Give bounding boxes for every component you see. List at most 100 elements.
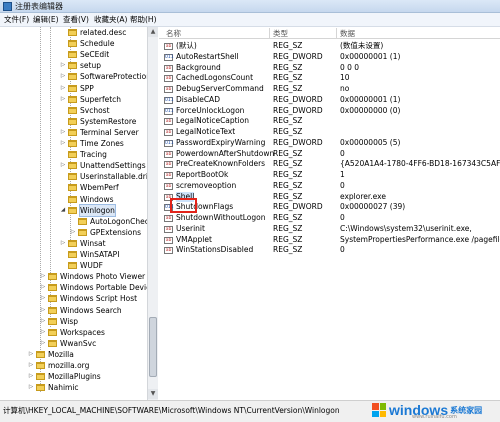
registry-value-row[interactable]: ab LegalNoticeText REG_SZ	[159, 127, 500, 138]
registry-value-row[interactable]: ab ReportBootOk REG_SZ 1	[159, 170, 500, 181]
tree-node[interactable]: ▷ MozillaPlugins	[28, 371, 101, 382]
expand-arrow-icon[interactable]: ▷	[60, 94, 66, 105]
string-value-icon: ab	[164, 43, 173, 50]
folder-icon	[48, 295, 57, 303]
registry-value-row[interactable]: ab PreCreateKnownFolders REG_SZ {A520A1A4-1…	[159, 159, 500, 170]
value-type: REG_SZ	[273, 245, 303, 255]
expand-arrow-icon[interactable]: ▷	[40, 293, 46, 304]
expand-arrow-icon[interactable]: ▷	[60, 138, 66, 149]
watermark-url: www.ruinaifu.com	[412, 414, 457, 420]
column-name-header[interactable]: 名称	[166, 28, 181, 39]
tree-node[interactable]: WinSATAPI	[60, 249, 119, 260]
tree-node[interactable]: ▷ setup	[60, 60, 101, 71]
registry-value-row[interactable]: ab DebugServerCommand REG_SZ no	[159, 84, 500, 95]
tree-node[interactable]: ▷ UnattendSettings	[60, 160, 146, 171]
status-path: 计算机\HKEY_LOCAL_MACHINE\SOFTWARE\Microsof…	[3, 406, 340, 415]
expand-arrow-icon[interactable]: ▷	[28, 349, 34, 360]
tree-node[interactable]: ◢ Winlogon	[60, 203, 116, 217]
tree-node[interactable]: ▷ Superfetch	[60, 94, 121, 105]
scroll-up-arrow-icon[interactable]: ▲	[148, 27, 158, 37]
registry-value-row[interactable]: ab WinStationsDisabled REG_SZ 0	[159, 245, 500, 256]
registry-value-row[interactable]: 011 ForceUnlockLogon REG_DWORD 0x00000000 (…	[159, 106, 500, 117]
registry-value-row[interactable]: 011 PasswordExpiryWarning REG_DWORD 0x00000…	[159, 138, 500, 149]
expand-arrow-icon[interactable]: ▷	[60, 71, 66, 82]
menu-view[interactable]: 查看(V)	[63, 14, 89, 25]
expand-arrow-icon[interactable]: ▷	[28, 360, 34, 371]
tree-node[interactable]: ▷ mozilla.org	[28, 360, 90, 371]
tree-node[interactable]: ▷ Windows Search	[40, 305, 122, 316]
expand-arrow-icon[interactable]: ▷	[70, 227, 76, 238]
tree-node[interactable]: SystemRestore	[60, 116, 136, 127]
folder-icon	[36, 362, 45, 369]
registry-value-row[interactable]: ab VMApplet REG_SZ SystemPropertiesPerforma…	[159, 235, 500, 246]
tree-node[interactable]: ▷ Winsat	[60, 238, 106, 249]
tree-node[interactable]: ▷ Workspaces	[40, 327, 105, 338]
scroll-down-arrow-icon[interactable]: ▼	[148, 389, 158, 399]
tree-scrollbar[interactable]: ▲ ▼	[147, 27, 158, 400]
tree-node[interactable]: ▷ Terminal Server	[60, 127, 139, 138]
column-type-header[interactable]: 类型	[273, 28, 288, 39]
expand-arrow-icon[interactable]: ▷	[40, 282, 46, 293]
tree-node[interactable]: Windows	[60, 194, 113, 205]
expand-arrow-icon[interactable]: ▷	[60, 83, 66, 94]
expand-arrow-icon[interactable]: ▷	[60, 60, 66, 71]
expand-arrow-icon[interactable]: ▷	[40, 327, 46, 338]
tree-node[interactable]: ▷ Windows Portable Devices	[40, 282, 157, 293]
registry-value-row[interactable]: ab PowerdownAfterShutdown REG_SZ 0	[159, 149, 500, 160]
tree-node[interactable]: ▷ Nahimic	[28, 382, 79, 393]
expand-arrow-icon[interactable]: ▷	[40, 338, 46, 349]
tree-node[interactable]: ▷ GPExtensions	[70, 227, 141, 238]
registry-value-row[interactable]: ab Shell REG_SZ explorer.exe	[159, 191, 500, 203]
expand-arrow-icon[interactable]: ▷	[40, 305, 46, 316]
tree-node[interactable]: ▷ Time Zones	[60, 138, 124, 149]
registry-value-row[interactable]: ab Background REG_SZ 0 0 0	[159, 63, 500, 74]
menu-edit[interactable]: 编辑(E)	[33, 14, 59, 25]
expand-arrow-icon[interactable]: ▷	[40, 271, 46, 282]
tree-node[interactable]: ▷SoftwareProtectionPlatform	[60, 71, 157, 82]
registry-value-row[interactable]: 011 AutoRestartShell REG_DWORD 0x00000001 (…	[159, 52, 500, 63]
folder-icon	[36, 350, 45, 358]
expand-arrow-icon[interactable]: ▷	[60, 160, 66, 171]
values-pane[interactable]: 名称 类型 数据 ab (默认) REG_SZ (数值未设置) 011 AutoResta…	[159, 27, 500, 400]
tree-node[interactable]: Userinstallable.drivers	[60, 171, 157, 182]
value-type: REG_DWORD	[273, 51, 323, 61]
tree-node[interactable]: ▷ Windows Photo Viewer	[40, 271, 145, 282]
registry-value-row[interactable]: ab (默认) REG_SZ (数值未设置)	[159, 41, 500, 52]
collapse-arrow-icon[interactable]: ◢	[60, 205, 66, 216]
expand-arrow-icon[interactable]: ▷	[28, 371, 34, 382]
tree-node[interactable]: Tracing	[60, 149, 107, 160]
tree-node[interactable]: ▷ WwanSvc	[40, 338, 96, 349]
scroll-thumb[interactable]	[149, 317, 157, 377]
tree-node[interactable]: WUDF	[60, 260, 103, 271]
tree-node[interactable]: ▷ Wisp	[40, 316, 78, 327]
tree-node[interactable]: ▷ SPP	[60, 83, 94, 94]
tree-node[interactable]: SeCEdit	[60, 49, 109, 60]
tree-node[interactable]: ▷ Mozilla	[28, 349, 74, 360]
registry-value-row[interactable]: ab CachedLogonsCount REG_SZ 10	[159, 73, 500, 84]
tree-node[interactable]: WbemPerf	[60, 182, 119, 193]
menu-help[interactable]: 帮助(H)	[130, 14, 157, 25]
value-type: REG_SZ	[273, 148, 303, 158]
menu-favorites[interactable]: 收藏夹(A)	[94, 14, 127, 25]
expand-arrow-icon[interactable]: ▷	[60, 127, 66, 138]
tree-node[interactable]: Schedule	[60, 38, 114, 49]
registry-value-row[interactable]: 011 ShutdownFlags REG_DWORD 0x00000027 (39)	[159, 202, 500, 213]
registry-value-row[interactable]: ab Userinit REG_SZ C:\Windows\system32\user…	[159, 224, 500, 235]
registry-value-row[interactable]: 011 DisableCAD REG_DWORD 0x00000001 (1)	[159, 95, 500, 106]
registry-value-row[interactable]: ab LegalNoticeCaption REG_SZ	[159, 116, 500, 127]
window-title: 注册表编辑器	[15, 2, 63, 11]
tree-node[interactable]: related.desc	[60, 27, 126, 38]
tree-node[interactable]: ▷ Windows Script Host	[40, 293, 137, 304]
registry-value-row[interactable]: ab ShutdownWithoutLogon REG_SZ 0	[159, 213, 500, 224]
tree-node[interactable]: Svchost	[60, 105, 110, 116]
expand-arrow-icon[interactable]: ▷	[40, 316, 46, 327]
tree-node-label: Superfetch	[80, 94, 122, 104]
expand-arrow-icon[interactable]: ▷	[28, 382, 34, 393]
column-data-header[interactable]: 数据	[340, 28, 355, 39]
expand-arrow-icon[interactable]: ▷	[60, 238, 66, 249]
registry-value-row[interactable]: ab scremoveoption REG_SZ 0	[159, 181, 500, 192]
value-name: ShutdownWithoutLogon	[176, 213, 266, 222]
registry-key-tree[interactable]: related.desc Schedule SeCEdit ▷ setup ▷ Softwa…	[0, 27, 158, 400]
tree-node[interactable]: AutoLogonChecked	[70, 216, 157, 227]
menu-file[interactable]: 文件(F)	[4, 14, 29, 25]
